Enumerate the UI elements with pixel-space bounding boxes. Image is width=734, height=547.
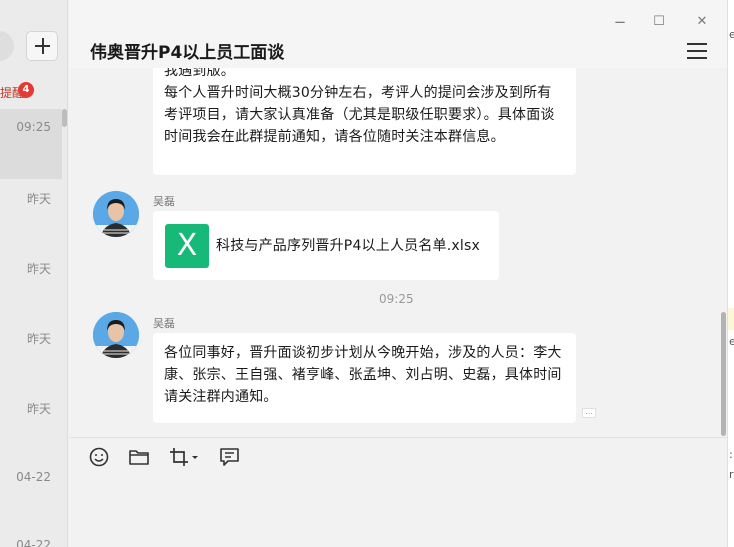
message-text-cut: 我遇到版。	[164, 68, 235, 79]
chat-header: − ☐ ✕ 伟奥晋升P4以上员工面谈	[69, 0, 727, 68]
message-bubble[interactable]: 我遇到版。 每个人晋升时间大概30分钟左右，考评人的提问会涉及到所有考评项目，请…	[153, 68, 576, 175]
excel-file-icon: X	[165, 224, 209, 268]
message-input[interactable]	[69, 478, 727, 547]
conversation-time: 04-22	[16, 538, 51, 547]
input-toolbar	[69, 438, 727, 478]
time-separator: 09:25	[379, 292, 414, 306]
conversation-time: 昨天	[26, 262, 51, 276]
minimize-button[interactable]: −	[610, 12, 630, 32]
message-text: 各位同事好，晋升面谈初步计划从今晚开始，涉及的人员：李大康、张宗、王自强、褚亨峰…	[164, 345, 562, 405]
more-options-button[interactable]: ...	[582, 408, 596, 418]
right-text-fragment: r	[729, 468, 734, 481]
add-button[interactable]	[26, 31, 58, 61]
conversation-time: 04-22	[16, 470, 51, 484]
conversation-time: 昨天	[26, 192, 51, 206]
unread-badge: 4	[18, 82, 34, 98]
close-button[interactable]: ✕	[692, 12, 712, 32]
sender-name: 吴磊	[153, 195, 175, 208]
sender-name: 吴磊	[153, 317, 175, 330]
right-text-fragment: :	[729, 448, 733, 461]
conversation-list: 提醒 4 09:25 昨天 昨天 昨天 昨天 04-22 04-22	[0, 0, 68, 547]
file-name[interactable]: 科技与产品序列晋升P4以上人员名单.xlsx	[216, 235, 480, 257]
right-text-fragment: e	[729, 335, 734, 348]
conversation-list-scrollbar[interactable]	[62, 109, 67, 127]
maximize-button[interactable]: ☐	[649, 12, 669, 32]
emoji-icon[interactable]	[89, 446, 109, 470]
file-bubble[interactable]: X 科技与产品序列晋升P4以上人员名单.xlsx	[153, 211, 499, 280]
avatar[interactable]	[93, 191, 139, 237]
right-text-fragment: e	[729, 28, 734, 41]
search-input[interactable]	[0, 31, 14, 61]
chat-panel: − ☐ ✕ 伟奥晋升P4以上员工面谈 我遇到版。 每个人晋升时间大概30分钟左右…	[69, 0, 727, 547]
message-bubble[interactable]: 各位同事好，晋升面谈初步计划从今晚开始，涉及的人员：李大康、张宗、王自强、褚亨峰…	[153, 333, 576, 423]
chat-history-icon[interactable]	[219, 446, 241, 470]
chat-title: 伟奥晋升P4以上员工面谈	[90, 43, 285, 63]
menu-icon[interactable]	[687, 43, 707, 59]
folder-icon[interactable]	[128, 446, 150, 470]
conversation-time: 昨天	[26, 402, 51, 416]
avatar[interactable]	[93, 312, 139, 358]
right-highlight	[728, 308, 734, 330]
conversation-time: 昨天	[26, 332, 51, 346]
screenshot-icon[interactable]	[169, 446, 201, 470]
message-text: 每个人晋升时间大概30分钟左右，考评人的提问会涉及到所有考评项目，请大家认真准备…	[164, 85, 555, 145]
message-list[interactable]: 我遇到版。 每个人晋升时间大概30分钟左右，考评人的提问会涉及到所有考评项目，请…	[69, 68, 727, 437]
conversation-time: 09:25	[16, 120, 51, 134]
message-scrollbar[interactable]	[721, 312, 726, 436]
right-panel-edge: e e : r	[727, 0, 734, 547]
